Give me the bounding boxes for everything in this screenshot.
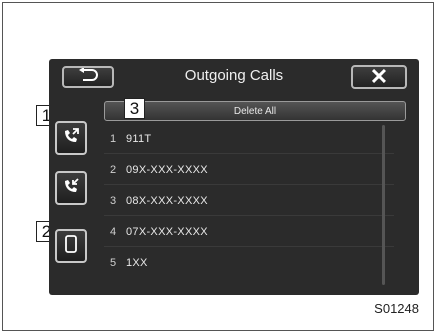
figure-frame: 1 2 Outgoing Calls ✕ Delete All 1 911T 2… [2,2,434,331]
list-scrollbar[interactable] [382,125,385,285]
call-number: 08X-XXX-XXXX [126,195,208,207]
back-arrow-icon [77,66,99,87]
phone-device-icon [64,234,78,258]
list-item[interactable]: 4 07X-XXX-XXXX [104,216,394,247]
figure-code: S01248 [374,301,419,316]
call-number: 09X-XXX-XXXX [126,164,208,176]
list-item[interactable]: 3 08X-XXX-XXXX [104,185,394,216]
page-title: Outgoing Calls [184,67,284,84]
list-item[interactable]: 5 1XX [104,247,394,277]
list-item[interactable]: 1 911T [104,123,394,154]
call-list: 1 911T 2 09X-XXX-XXXX 3 08X-XXX-XXXX 4 0… [104,123,394,277]
callout-3: 3 [124,98,145,119]
sidebar-item-outgoing[interactable] [55,121,87,155]
sidebar-item-incoming[interactable] [55,171,87,205]
call-index: 4 [110,226,117,238]
delete-all-label: Delete All [233,106,277,117]
close-button[interactable]: ✕ [351,65,407,89]
close-icon: ✕ [369,64,389,89]
call-index: 5 [110,257,117,269]
back-button[interactable] [62,66,114,88]
call-index: 2 [110,164,117,176]
call-index: 1 [110,133,117,145]
header-bar: Outgoing Calls ✕ [49,59,419,95]
call-number: 07X-XXX-XXXX [126,226,208,238]
incoming-call-icon [61,176,81,201]
list-item[interactable]: 2 09X-XXX-XXXX [104,154,394,185]
delete-all-button[interactable]: Delete All [104,101,406,121]
call-index: 3 [110,195,117,207]
outgoing-call-icon [61,126,81,151]
call-number: 1XX [126,257,148,269]
phone-screen: Outgoing Calls ✕ Delete All 1 911T 2 09X… [49,59,419,295]
call-number: 911T [126,133,152,145]
sidebar-item-phone[interactable] [55,229,87,263]
